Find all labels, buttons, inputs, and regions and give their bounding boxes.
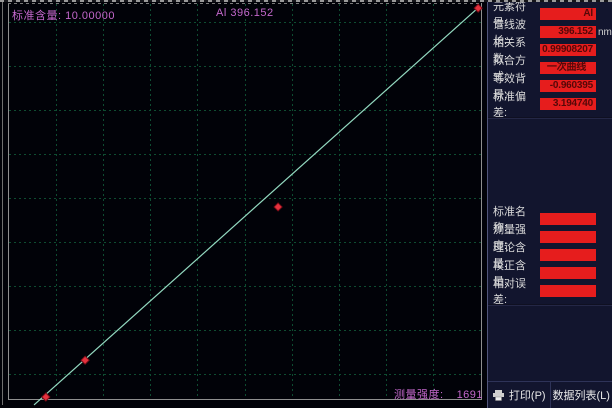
corrected-content-field: [540, 267, 596, 279]
standard-row-relative-error: 相对误差:: [488, 282, 612, 300]
standard-label: 相对误差:: [493, 275, 540, 307]
results-panel: 元素符号: Al 谱线波长: 396.152 nm 相关系数: 0.999082…: [487, 0, 612, 408]
theoretical-content-field: [540, 249, 596, 261]
data-list-button[interactable]: 数据列表(L): [551, 382, 612, 408]
print-button-label: 打印(P): [509, 387, 546, 403]
element-symbol-field: Al: [540, 8, 596, 20]
stat-row-standard-deviation: 标准偏差: 3.194740: [488, 95, 612, 113]
relative-error-field: [540, 285, 596, 297]
series-title: Al 396.152: [216, 7, 274, 19]
measured-intensity-field: [540, 231, 596, 243]
data-point-marker[interactable]: [274, 203, 282, 211]
fit-method-field: 一次曲线: [540, 62, 596, 74]
panel-spacer: [488, 122, 612, 210]
measured-intensity-label: 测量强度:: [394, 389, 444, 401]
standard-content-value: 10.00000: [65, 10, 115, 22]
wavelength-unit: nm: [598, 27, 612, 38]
calibration-plot-area[interactable]: [0, 0, 487, 408]
standard-content-readout: 标准含量: 10.00000: [12, 7, 115, 23]
bottom-toolbar: 打印(P) 数据列表(L): [488, 381, 612, 408]
standard-name-field: [540, 213, 596, 225]
data-list-button-label: 数据列表(L): [553, 387, 610, 403]
measured-intensity-value: 1691: [457, 389, 483, 401]
equivalent-background-field: -0.960395: [540, 80, 596, 92]
app-window: 标准含量: 10.00000 Al 396.152 测量强度: 1691 元素符号…: [0, 0, 612, 408]
print-button[interactable]: 打印(P): [488, 382, 551, 408]
wavelength-field: 396.152: [540, 26, 596, 38]
calibration-chart: 标准含量: 10.00000 Al 396.152 测量强度: 1691: [0, 0, 487, 408]
standard-content-label: 标准含量:: [12, 10, 62, 22]
correlation-field: 0.99908207: [540, 44, 596, 56]
printer-icon: [492, 390, 505, 401]
measured-intensity-readout: 测量强度: 1691: [394, 386, 483, 402]
standard-deviation-field: 3.194740: [540, 98, 596, 110]
stat-label: 标准偏差:: [493, 88, 540, 120]
